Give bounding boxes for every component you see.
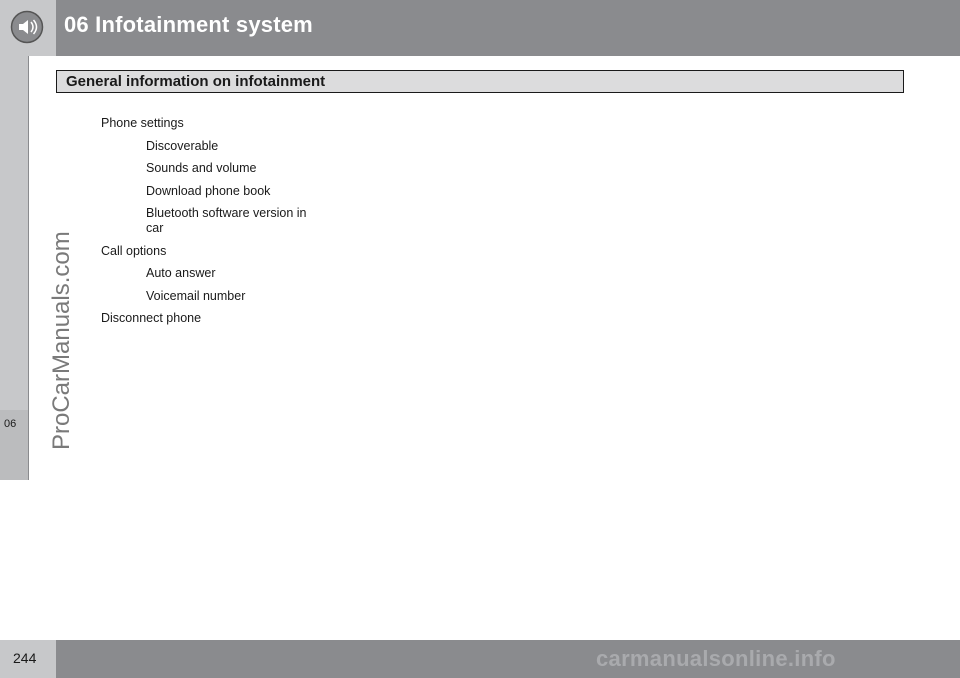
footer-watermark: carmanualsonline.info	[596, 646, 836, 671]
section-header: General information on infotainment	[56, 70, 904, 93]
menu-item-auto-answer: Auto answer	[146, 266, 216, 280]
menu-item-sounds-volume: Sounds and volume	[146, 161, 257, 175]
section-title: General information on infotainment	[66, 73, 326, 90]
page-number: 244	[13, 650, 37, 666]
watermark-vertical: ProCarManuals.com	[48, 231, 75, 450]
menu-list: Phone settings Discoverable Sounds and v…	[101, 116, 341, 334]
menu-item-download-phone-book: Download phone book	[146, 183, 271, 198]
menu-item-call-options: Call options	[101, 243, 167, 258]
chapter-title: 06 Infotainment system	[64, 12, 313, 37]
side-tab-label: 06	[4, 418, 17, 430]
menu-item-phone-settings: Phone settings	[101, 116, 184, 130]
menu-item-discoverable: Discoverable	[146, 138, 219, 153]
speaker-icon	[10, 10, 44, 44]
chapter-icon-box	[0, 0, 56, 56]
menu-item-disconnect-phone: Disconnect phone	[101, 311, 202, 325]
menu-item-bluetooth-version: Bluetooth software version in car	[146, 206, 307, 235]
menu-item-voicemail-number: Voicemail number	[146, 288, 246, 303]
